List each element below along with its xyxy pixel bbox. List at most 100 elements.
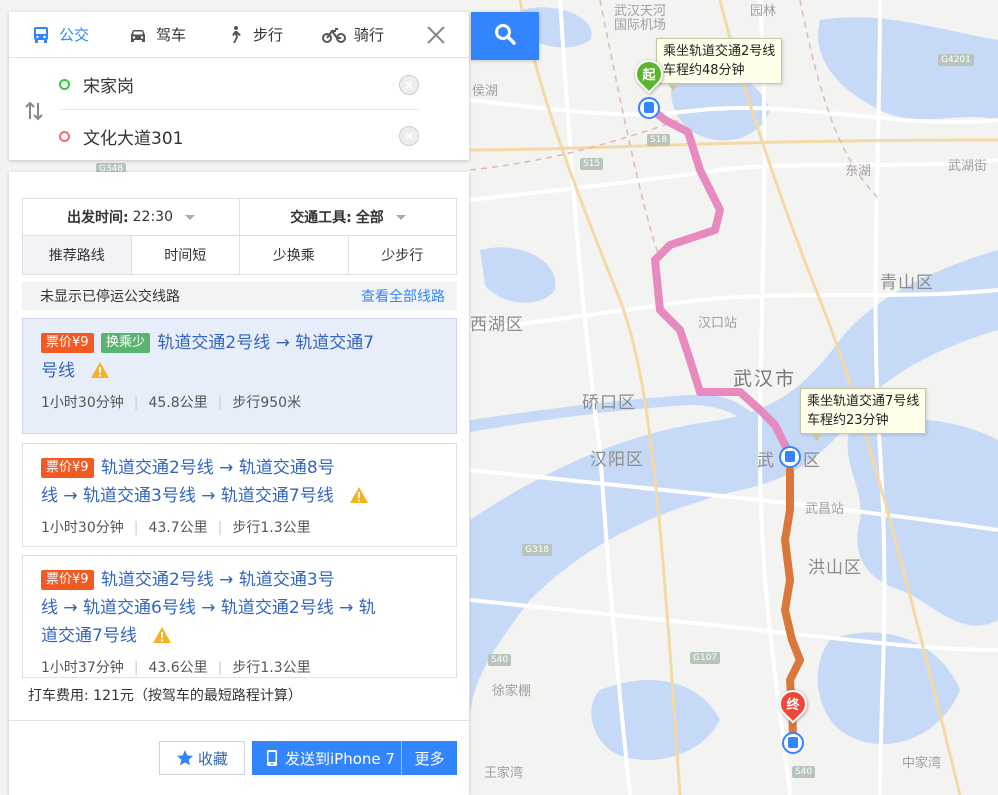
tab-walk-label: 步行	[253, 26, 284, 44]
notice-text: 未显示已停运公交线路	[40, 289, 180, 305]
transport-select[interactable]: 交通工具: 全部	[239, 199, 456, 235]
clear-start-icon[interactable]	[399, 74, 419, 95]
label-hankou-station: 汉口站	[698, 316, 738, 331]
route-search-panel: 公交 驾车 步行 骑行 宋家岗 文化大道301	[9, 12, 469, 160]
start-input[interactable]: 宋家岗	[83, 72, 399, 97]
route-results-panel: 出发时间: 22:30 交通工具: 全部 推荐路线 时间短 少换乘 少步行 未显…	[9, 172, 469, 795]
route-duration: 1小时30分钟	[41, 520, 124, 536]
route-option-2[interactable]: 票价¥9 轨道交通2号线 → 轨道交通8号 线 → 轨道交通3号线 → 轨道交通…	[22, 443, 457, 547]
tab-bike-label: 骑行	[354, 26, 385, 44]
road-sign: S18	[647, 134, 671, 146]
label-zhongjiaju: 中家湾	[902, 756, 942, 771]
callout-line2-text2: 车程约48分钟	[663, 63, 745, 78]
fare-badge: 票价¥9	[41, 458, 94, 478]
end-field[interactable]: 文化大道301	[59, 111, 419, 161]
end-input[interactable]: 文化大道301	[83, 124, 399, 149]
station-transfer-icon[interactable]	[779, 446, 801, 468]
tab-shortest-time[interactable]: 时间短	[130, 236, 240, 274]
route-walk: 步行1.3公里	[232, 660, 311, 676]
warning-icon	[349, 485, 369, 513]
tab-drive-label: 驾车	[156, 26, 187, 44]
label-hongshan: 洪山区	[808, 558, 862, 578]
depart-time-label: 出发时间:	[67, 210, 129, 226]
chevron-down-icon	[184, 214, 195, 220]
search-button[interactable]	[471, 12, 539, 60]
end-dot-icon	[59, 130, 70, 142]
label-xujiapeng: 徐家棚	[492, 684, 532, 699]
route-filters: 出发时间: 22:30 交通工具: 全部 推荐路线 时间短 少换乘 少步行	[22, 198, 457, 275]
tab-bus-label: 公交	[59, 26, 90, 44]
label-wuhan-city: 武汉市	[733, 368, 797, 390]
label-airport-2: 国际机场	[614, 18, 667, 33]
travel-mode-tabs: 公交 驾车 步行 骑行	[9, 12, 469, 58]
walk-icon	[225, 25, 245, 45]
start-marker-label: 起	[642, 68, 656, 83]
route-duration: 1小时37分钟	[41, 660, 124, 676]
favorite-button[interactable]: 收藏	[159, 741, 245, 775]
tab-less-walking[interactable]: 少步行	[347, 236, 457, 274]
route-sort-tabs: 推荐路线 时间短 少换乘 少步行	[23, 236, 456, 274]
road-sign: G107	[690, 652, 721, 664]
label-hanyang: 汉阳区	[590, 450, 644, 470]
bike-icon	[322, 25, 347, 45]
tab-drive[interactable]: 驾车	[106, 12, 203, 58]
south-lake-1	[591, 680, 720, 760]
depart-time-select[interactable]: 出发时间: 22:30	[23, 199, 239, 235]
label-wuchang-station: 武昌站	[805, 502, 845, 517]
label-wuhu: 武湖街	[948, 159, 988, 174]
fare-badge: 票价¥9	[41, 570, 94, 590]
route-distance: 43.6公里	[148, 660, 208, 676]
depart-time-value: 22:30	[132, 209, 173, 225]
station-start-icon[interactable]	[638, 97, 660, 119]
road-sign: G4201	[938, 54, 974, 66]
send-to-phone-label: 发送到iPhone 7	[285, 749, 395, 768]
tab-recommended[interactable]: 推荐路线	[23, 236, 131, 274]
start-field[interactable]: 宋家岗	[59, 60, 419, 110]
end-marker-label: 终	[786, 698, 800, 713]
route-walk: 步行1.3公里	[232, 520, 311, 536]
fare-badge: 票价¥9	[41, 333, 94, 353]
road-sign: S40	[488, 654, 512, 666]
label-wuchang-frag2: 区	[803, 451, 821, 471]
route-callout-line2: 乘坐轨道交通2号线 车程约48分钟	[656, 38, 783, 91]
taxi-fare-text: 打车费用: 121元（按驾车的最短路程计算）	[28, 688, 302, 704]
end-marker-icon[interactable]: 终	[773, 684, 813, 726]
route-distance: 43.7公里	[148, 520, 208, 536]
warning-icon	[90, 360, 110, 388]
result-footer: 收藏 发送到iPhone 7 更多	[9, 720, 469, 795]
favorite-label: 收藏	[197, 749, 228, 768]
close-icon[interactable]	[425, 24, 447, 46]
fewer-transfers-badge: 换乘少	[100, 333, 150, 353]
route-lines-text-cont2: 道交通7号线	[41, 626, 137, 646]
label-wangjiawan: 王家湾	[484, 766, 524, 781]
callout-line7-text1: 乘坐轨道交通7号线	[807, 394, 920, 409]
route-duration: 1小时30分钟	[41, 395, 124, 411]
label-dongxi: 东湖	[845, 164, 872, 179]
start-marker-icon[interactable]: 起	[629, 54, 669, 96]
start-dot-icon	[59, 79, 70, 90]
label-yuanling: 园林	[750, 4, 777, 19]
route-lines-text-cont: 线 → 轨道交通3号线 → 轨道交通7号线	[41, 486, 334, 506]
road-sign: S15	[580, 158, 604, 170]
more-button[interactable]: 更多	[402, 748, 457, 769]
label-dongxihu: 西湖区	[470, 315, 524, 335]
route-option-3[interactable]: 票价¥9 轨道交通2号线 → 轨道交通3号 线 → 轨道交通6号线 → 轨道交通…	[22, 555, 457, 678]
transport-value: 全部	[355, 210, 384, 226]
tab-bike[interactable]: 骑行	[300, 12, 401, 58]
view-all-lines-link[interactable]: 查看全部线路	[361, 286, 445, 306]
chevron-down-icon	[395, 214, 406, 220]
route-walk: 步行950米	[232, 395, 302, 411]
tab-bus[interactable]: 公交	[9, 12, 106, 58]
phone-icon	[266, 749, 278, 767]
route-lines-text: 轨道交通2号线 → 轨道交通8号	[100, 458, 335, 478]
swap-icon[interactable]	[23, 100, 45, 122]
send-to-phone-button[interactable]: 发送到iPhone 7 更多	[252, 741, 457, 775]
route-option-1[interactable]: 票价¥9 换乘少 轨道交通2号线 → 轨道交通7 号线 1小时30分钟 | 45.8…	[22, 318, 457, 434]
car-icon	[128, 25, 148, 45]
label-qingshan: 青山区	[880, 273, 934, 293]
clear-end-icon[interactable]	[399, 126, 419, 146]
tab-fewer-transfers[interactable]: 少换乘	[239, 236, 348, 274]
station-end-icon[interactable]	[782, 732, 804, 754]
tab-walk[interactable]: 步行	[203, 12, 300, 58]
label-qiaokou: 硚口区	[582, 393, 636, 413]
